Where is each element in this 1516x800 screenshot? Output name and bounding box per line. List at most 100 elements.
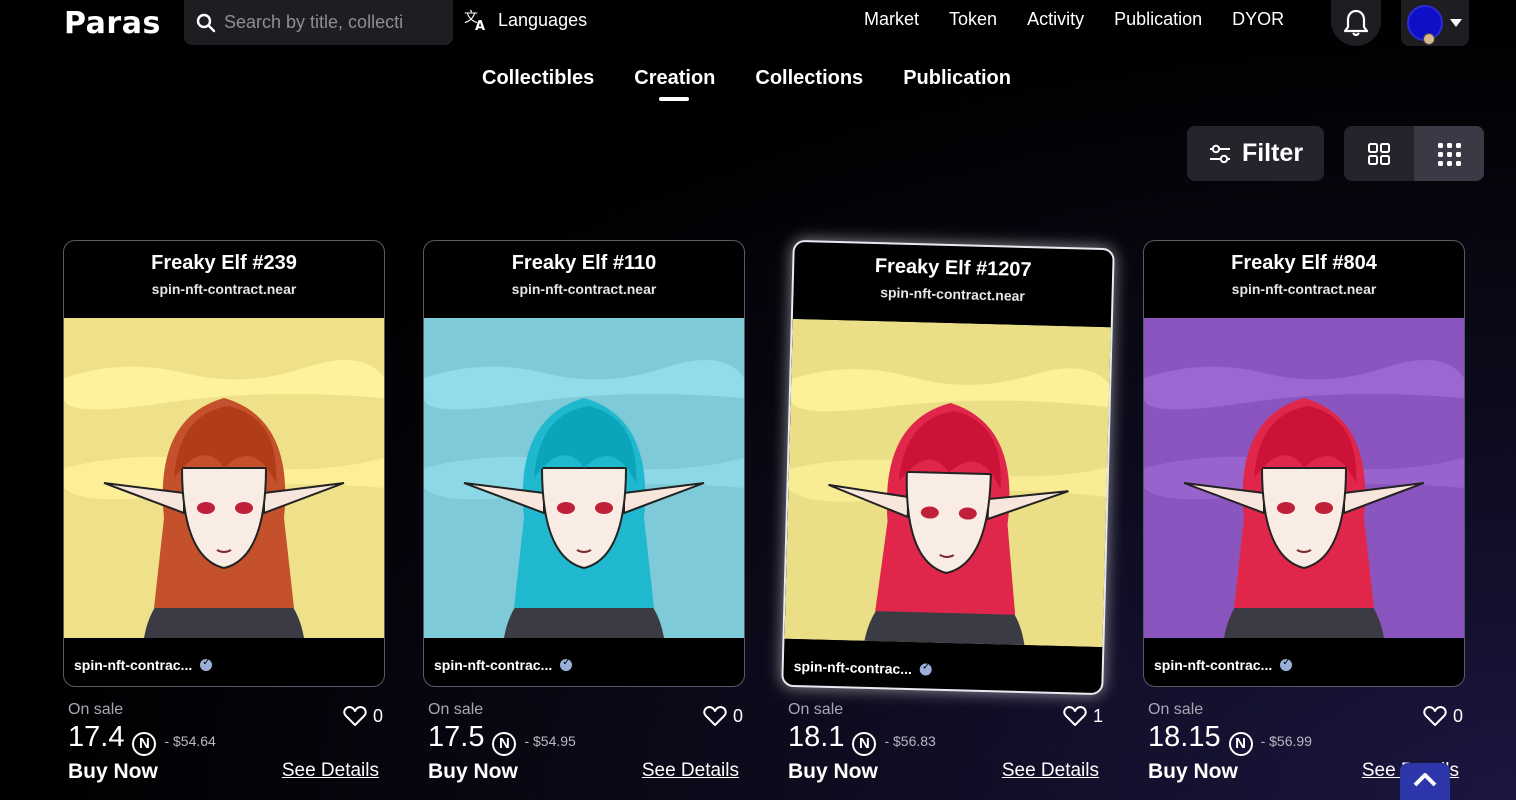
verified-badge-icon (200, 657, 213, 671)
creator-row[interactable]: spin-nft-contrac... (794, 658, 933, 678)
tab-creation[interactable]: Creation (634, 67, 715, 101)
near-token-icon: N (1228, 731, 1253, 756)
art-eye (595, 502, 613, 514)
filter-button[interactable]: Filter (1187, 126, 1324, 181)
price-row: 18.1 N - $56.83 (788, 721, 1105, 756)
nft-card-column: Freaky Elf #804 spin-nft-contract.near s… (1143, 240, 1465, 800)
nft-card[interactable]: Freaky Elf #239 spin-nft-contract.near s… (63, 240, 385, 687)
heart-icon (703, 706, 727, 726)
sale-info: On sale 0 17.5 N - $54.95 Buy Now See De… (423, 701, 745, 800)
near-token-icon: N (132, 731, 157, 756)
nft-card[interactable]: Freaky Elf #110 spin-nft-contract.near s… (423, 240, 745, 687)
art-eye (1315, 502, 1333, 514)
like-count: 0 (732, 705, 743, 726)
scroll-to-top-button[interactable] (1400, 763, 1450, 800)
buy-now-button[interactable]: Buy Now (428, 760, 518, 784)
view-large-grid-button[interactable] (1344, 126, 1414, 181)
search-bar[interactable] (184, 0, 453, 45)
creator-row[interactable]: spin-nft-contrac... (74, 657, 213, 673)
sale-status: On sale (1148, 701, 1204, 718)
creator-name: spin-nft-contrac... (74, 657, 193, 673)
heart-icon (1063, 706, 1087, 726)
nft-contract[interactable]: spin-nft-contract.near (793, 282, 1111, 306)
nft-contract[interactable]: spin-nft-contract.near (1144, 281, 1464, 297)
see-details-link[interactable]: See Details (1002, 760, 1099, 784)
search-input[interactable] (224, 12, 429, 33)
profile-menu-button[interactable] (1401, 0, 1469, 46)
price-row: 17.4 N - $54.64 (68, 721, 385, 756)
price-usd: - $56.83 (884, 733, 936, 749)
nft-artwork[interactable] (784, 318, 1113, 648)
grid-small-icon (1438, 142, 1461, 166)
main-nav: Market Token Activity Publication DYOR (864, 9, 1284, 30)
languages-button[interactable]: 文 A Languages (464, 8, 588, 33)
price-usd: - $54.64 (164, 733, 216, 749)
notifications-button[interactable] (1331, 0, 1381, 46)
sliders-icon (1209, 144, 1230, 163)
creator-name: spin-nft-contrac... (793, 658, 913, 678)
nav-publication[interactable]: Publication (1114, 9, 1202, 30)
profile-tabs: Collectibles Creation Collections Public… (482, 67, 1011, 101)
verified-badge-icon (1280, 657, 1293, 671)
nft-card-column: Freaky Elf #110 spin-nft-contract.near s… (423, 240, 745, 800)
nft-artwork[interactable] (64, 318, 384, 638)
nft-contract[interactable]: spin-nft-contract.near (64, 281, 384, 297)
tab-publication[interactable]: Publication (903, 67, 1011, 90)
nft-card[interactable]: Freaky Elf #804 spin-nft-contract.near s… (1143, 240, 1465, 687)
view-toggle (1344, 126, 1484, 181)
avatar (1407, 5, 1443, 45)
sale-status: On sale (428, 701, 484, 718)
sale-info: On sale 1 18.1 N - $56.83 Buy Now See De… (783, 701, 1105, 800)
nft-artwork[interactable] (424, 318, 744, 638)
like-button[interactable]: 0 (1423, 705, 1463, 727)
chevron-down-icon (1450, 19, 1462, 27)
buy-now-button[interactable]: Buy Now (1148, 760, 1238, 784)
like-button[interactable]: 0 (703, 705, 743, 727)
price-value: 17.4 (68, 721, 125, 753)
nft-title: Freaky Elf #239 (151, 252, 297, 274)
nft-card-hovered[interactable]: Freaky Elf #1207 spin-nft-contract.near … (781, 239, 1115, 696)
price-value: 17.5 (428, 721, 485, 753)
nav-activity[interactable]: Activity (1027, 9, 1084, 30)
buy-now-button[interactable]: Buy Now (68, 760, 158, 784)
sale-status: On sale (788, 701, 844, 718)
creator-row[interactable]: spin-nft-contrac... (1154, 657, 1293, 673)
art-eye (235, 502, 253, 514)
view-small-grid-button[interactable] (1414, 126, 1484, 181)
search-icon (196, 13, 216, 32)
nft-card-column: Freaky Elf #239 spin-nft-contract.near s… (63, 240, 385, 800)
art-eye (557, 502, 575, 514)
like-button[interactable]: 0 (343, 705, 383, 727)
paras-logo[interactable]: Paras (64, 6, 161, 41)
heart-icon (1423, 706, 1447, 726)
nft-contract[interactable]: spin-nft-contract.near (424, 281, 744, 297)
nav-dyor[interactable]: DYOR (1232, 9, 1284, 30)
price-usd: - $54.95 (524, 733, 576, 749)
creator-name: spin-nft-contrac... (434, 657, 553, 673)
like-count: 0 (372, 705, 383, 726)
near-token-icon: N (492, 731, 517, 756)
nav-market[interactable]: Market (864, 9, 919, 30)
heart-icon (343, 706, 367, 726)
creator-row[interactable]: spin-nft-contrac... (434, 657, 573, 673)
sale-info: On sale 0 17.4 N - $54.64 Buy Now See De… (63, 701, 385, 800)
chevron-up-icon (1413, 773, 1437, 787)
card-actions: Buy Now See Details (68, 760, 385, 784)
buy-now-button[interactable]: Buy Now (788, 760, 878, 784)
verified-badge-icon (919, 663, 933, 676)
languages-label: Languages (498, 9, 588, 30)
price-usd: - $56.99 (1260, 733, 1312, 749)
see-details-link[interactable]: See Details (282, 760, 379, 784)
nav-token[interactable]: Token (949, 9, 997, 30)
bell-icon (1343, 9, 1369, 37)
tab-collections[interactable]: Collections (755, 67, 863, 90)
tab-collectibles[interactable]: Collectibles (482, 67, 594, 90)
grid-large-icon (1368, 142, 1390, 165)
like-count: 0 (1452, 705, 1463, 726)
like-button[interactable]: 1 (1063, 705, 1103, 727)
verified-badge-icon (560, 657, 573, 671)
near-token-icon: N (852, 731, 877, 756)
nft-artwork[interactable] (1144, 318, 1464, 638)
see-details-link[interactable]: See Details (642, 760, 739, 784)
price-row: 17.5 N - $54.95 (428, 721, 745, 756)
